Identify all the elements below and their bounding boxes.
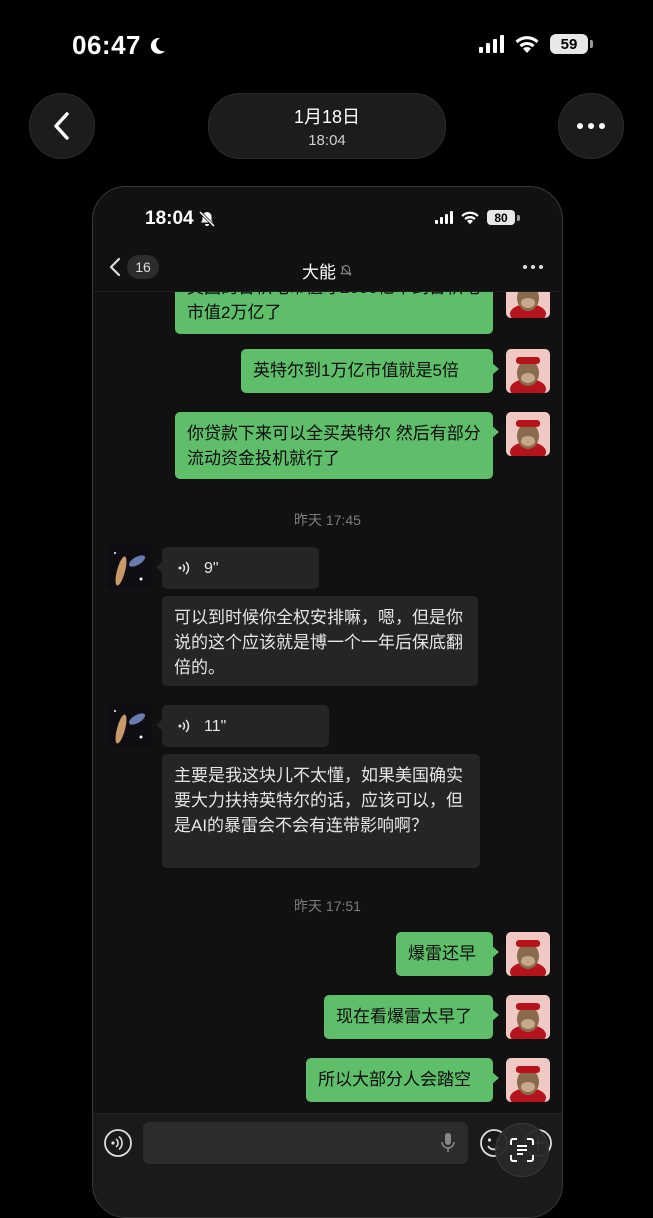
mute-bell-icon: [198, 210, 215, 228]
message-text: 主要是我这块儿不太懂，如果美国确实要大力扶持英特尔的话，应该可以，但是AI的暴雷…: [174, 766, 463, 835]
battery-level: 59: [550, 34, 588, 54]
voice-duration: 11": [204, 717, 227, 735]
voice-message[interactable]: 9": [156, 547, 319, 589]
more-dots-icon: [523, 265, 543, 269]
chat-more-button[interactable]: [522, 257, 544, 275]
wifi-icon: [461, 211, 479, 225]
input-bar: [93, 1113, 562, 1217]
contact-avatar[interactable]: [107, 703, 151, 747]
chat-title: 大能: [93, 258, 562, 283]
contact-avatar[interactable]: [107, 545, 151, 589]
outgoing-message[interactable]: 爆雷还早: [396, 932, 499, 976]
message-list[interactable]: 美国的台积电市值才2000亿不到台积电市值2万亿了 英特尔到1万亿市值就是5倍 …: [93, 292, 562, 1112]
voice-input-icon[interactable]: [103, 1128, 133, 1158]
outer-status-time: 06:47: [72, 30, 167, 61]
avatar[interactable]: [506, 932, 550, 976]
mic-icon[interactable]: [440, 1132, 456, 1154]
message-input[interactable]: [143, 1122, 468, 1164]
more-dots-icon: [577, 123, 605, 129]
inner-status-time: 18:04: [145, 208, 216, 230]
timestamp: 昨天 17:51: [294, 898, 361, 914]
time-label: 18:04: [308, 132, 346, 149]
outer-back-button[interactable]: [29, 93, 95, 159]
signal-icon: [435, 211, 453, 224]
embedded-screenshot: 18:04 80 16 大能 美国的台积电市值才2000亿不到台积电市值2万亿了…: [92, 186, 563, 1218]
outer-status-icons: 59: [479, 34, 593, 54]
outgoing-message[interactable]: 现在看爆雷太早了: [324, 995, 499, 1039]
voice-message[interactable]: 11": [156, 705, 329, 747]
voice-transcript[interactable]: 主要是我这块儿不太懂，如果美国确实要大力扶持英特尔的话，应该可以，但是AI的暴雷…: [162, 754, 480, 868]
moon-icon: [150, 37, 165, 54]
avatar[interactable]: [506, 1058, 550, 1102]
outer-more-button[interactable]: [558, 93, 624, 159]
signal-icon: [479, 35, 504, 53]
message-text: 现在看爆雷太早了: [336, 1007, 472, 1026]
avatar[interactable]: [506, 349, 550, 393]
chat-title-text: 大能: [302, 263, 336, 282]
avatar[interactable]: [506, 995, 550, 1039]
outer-time-text: 06:47: [72, 30, 141, 60]
outgoing-message[interactable]: 你贷款下来可以全买英特尔 然后有部分流动资金投机就行了: [175, 412, 499, 479]
avatar[interactable]: [506, 412, 550, 456]
wifi-icon: [515, 36, 539, 53]
mute-bell-icon: [340, 264, 352, 276]
date-label: 1月18日: [293, 107, 361, 127]
inner-status-icons: 80: [435, 210, 520, 225]
voice-duration: 9": [204, 559, 219, 577]
avatar[interactable]: [506, 292, 550, 318]
message-text: 所以大部分人会踏空: [318, 1070, 471, 1089]
voice-wave-icon: [178, 719, 190, 733]
voice-wave-icon: [178, 561, 190, 575]
back-chevron-icon: [54, 112, 69, 140]
battery-icon: 80: [487, 210, 520, 225]
scan-text-button[interactable]: [495, 1123, 549, 1177]
timestamp: 昨天 17:45: [294, 512, 361, 528]
outgoing-message[interactable]: 英特尔到1万亿市值就是5倍: [241, 349, 499, 393]
scan-text-icon: [510, 1138, 534, 1162]
outgoing-message[interactable]: 所以大部分人会踏空: [306, 1058, 499, 1102]
inner-time-text: 18:04: [145, 208, 194, 229]
message-text: 英特尔到1万亿市值就是5倍: [253, 361, 459, 380]
chat-header: 16 大能: [93, 245, 562, 292]
date-pill[interactable]: 1月18日 18:04: [208, 93, 446, 159]
message-text: 美国的台积电市值才2000亿不到台积电市值2万亿了: [187, 292, 480, 322]
message-text: 你贷款下来可以全买英特尔 然后有部分流动资金投机就行了: [187, 424, 481, 468]
message-text: 爆雷还早: [408, 944, 476, 963]
outgoing-message[interactable]: 美国的台积电市值才2000亿不到台积电市值2万亿了: [175, 292, 493, 334]
voice-transcript[interactable]: 可以到时候你全权安排嘛，嗯，但是你说的这个应该就是博一个一年后保底翻倍的。: [162, 596, 478, 686]
battery-icon: 59: [550, 34, 593, 54]
message-text: 可以到时候你全权安排嘛，嗯，但是你说的这个应该就是博一个一年后保底翻倍的。: [174, 608, 463, 677]
inner-battery-level: 80: [487, 210, 515, 225]
